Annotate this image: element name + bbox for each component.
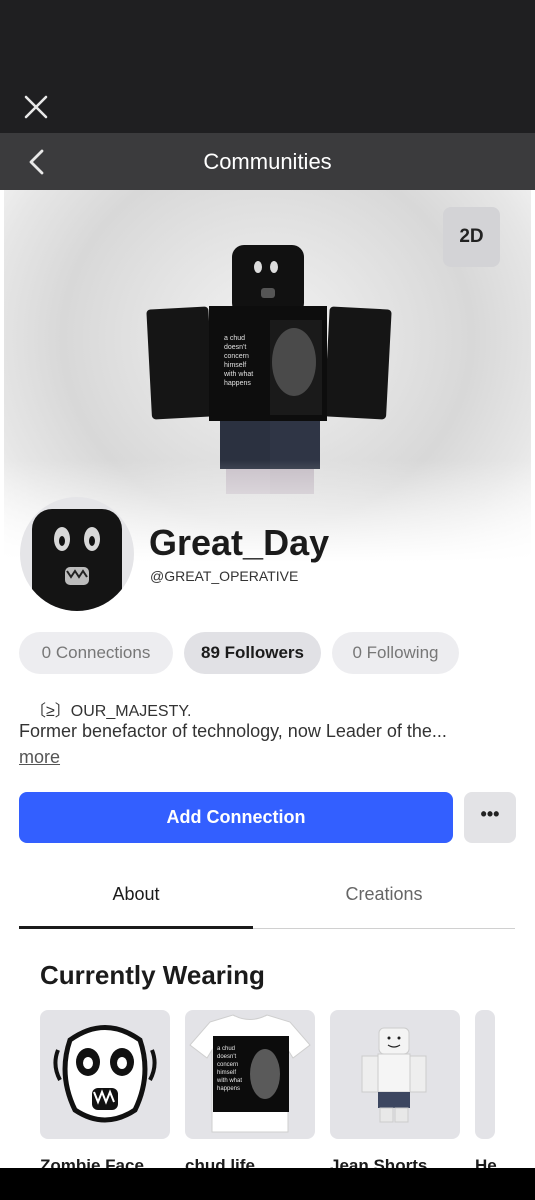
tab-divider	[253, 928, 515, 929]
bio-more-link[interactable]: more	[19, 747, 60, 768]
shirt-text-line: doesn't	[224, 344, 246, 351]
bio-title: 〔≥〕OUR_MAJESTY.	[30, 703, 192, 720]
wearing-item-card[interactable]	[40, 1010, 170, 1139]
bio-text: Former benefactor of technology, now Lea…	[19, 721, 447, 741]
shirt-text-line: happens	[224, 380, 251, 387]
system-nav-bar	[0, 1168, 535, 1200]
shirt-icon: a chud doesn't concern himself with what…	[189, 1014, 311, 1133]
shirt-text-line: concern	[217, 1062, 238, 1068]
wearing-item-card[interactable]: a chud doesn't concern himself with what…	[185, 1010, 315, 1139]
shirt-text-line: doesn't	[217, 1054, 236, 1060]
jean-shorts-avatar-icon	[361, 1027, 427, 1123]
more-options-button[interactable]: •••	[464, 792, 516, 843]
tab-about[interactable]: About	[19, 870, 253, 918]
tab-creations[interactable]: Creations	[253, 870, 515, 918]
shirt-text-line: with what	[223, 371, 253, 378]
followers-pill[interactable]: 89 Followers	[184, 632, 321, 674]
shirt-text-line: with what	[216, 1078, 242, 1084]
shirt-text-line: himself	[217, 1070, 236, 1076]
add-connection-button[interactable]: Add Connection	[19, 792, 453, 843]
section-title: Currently Wearing	[40, 960, 265, 990]
header-bar: Communities	[0, 133, 535, 190]
shirt-text-line: a chud	[224, 335, 245, 342]
view-2d-toggle-button[interactable]: 2D	[443, 207, 500, 267]
shirt-text-line: himself	[224, 362, 246, 369]
wearing-item-card[interactable]	[475, 1010, 495, 1139]
active-tab-indicator	[19, 926, 253, 929]
status-bar	[0, 0, 535, 75]
page-title: Communities	[203, 149, 332, 174]
shirt-text-line: happens	[217, 1086, 240, 1092]
avatar[interactable]	[20, 497, 134, 611]
back-chevron-icon[interactable]	[22, 147, 52, 177]
following-pill[interactable]: 0 Following	[332, 632, 459, 674]
display-name: Great_Day	[149, 522, 330, 563]
zombie-face-icon	[53, 1025, 157, 1123]
wearing-item-card[interactable]	[330, 1010, 460, 1139]
close-icon[interactable]	[22, 93, 50, 121]
shirt-text-line: concern	[224, 353, 249, 360]
username: @GREAT_OPERATIVE	[150, 568, 299, 584]
shirt-text-line: a chud	[217, 1046, 235, 1052]
zombie-head-icon	[32, 509, 122, 611]
connections-pill[interactable]: 0 Connections	[19, 632, 173, 674]
close-bar	[0, 75, 535, 133]
